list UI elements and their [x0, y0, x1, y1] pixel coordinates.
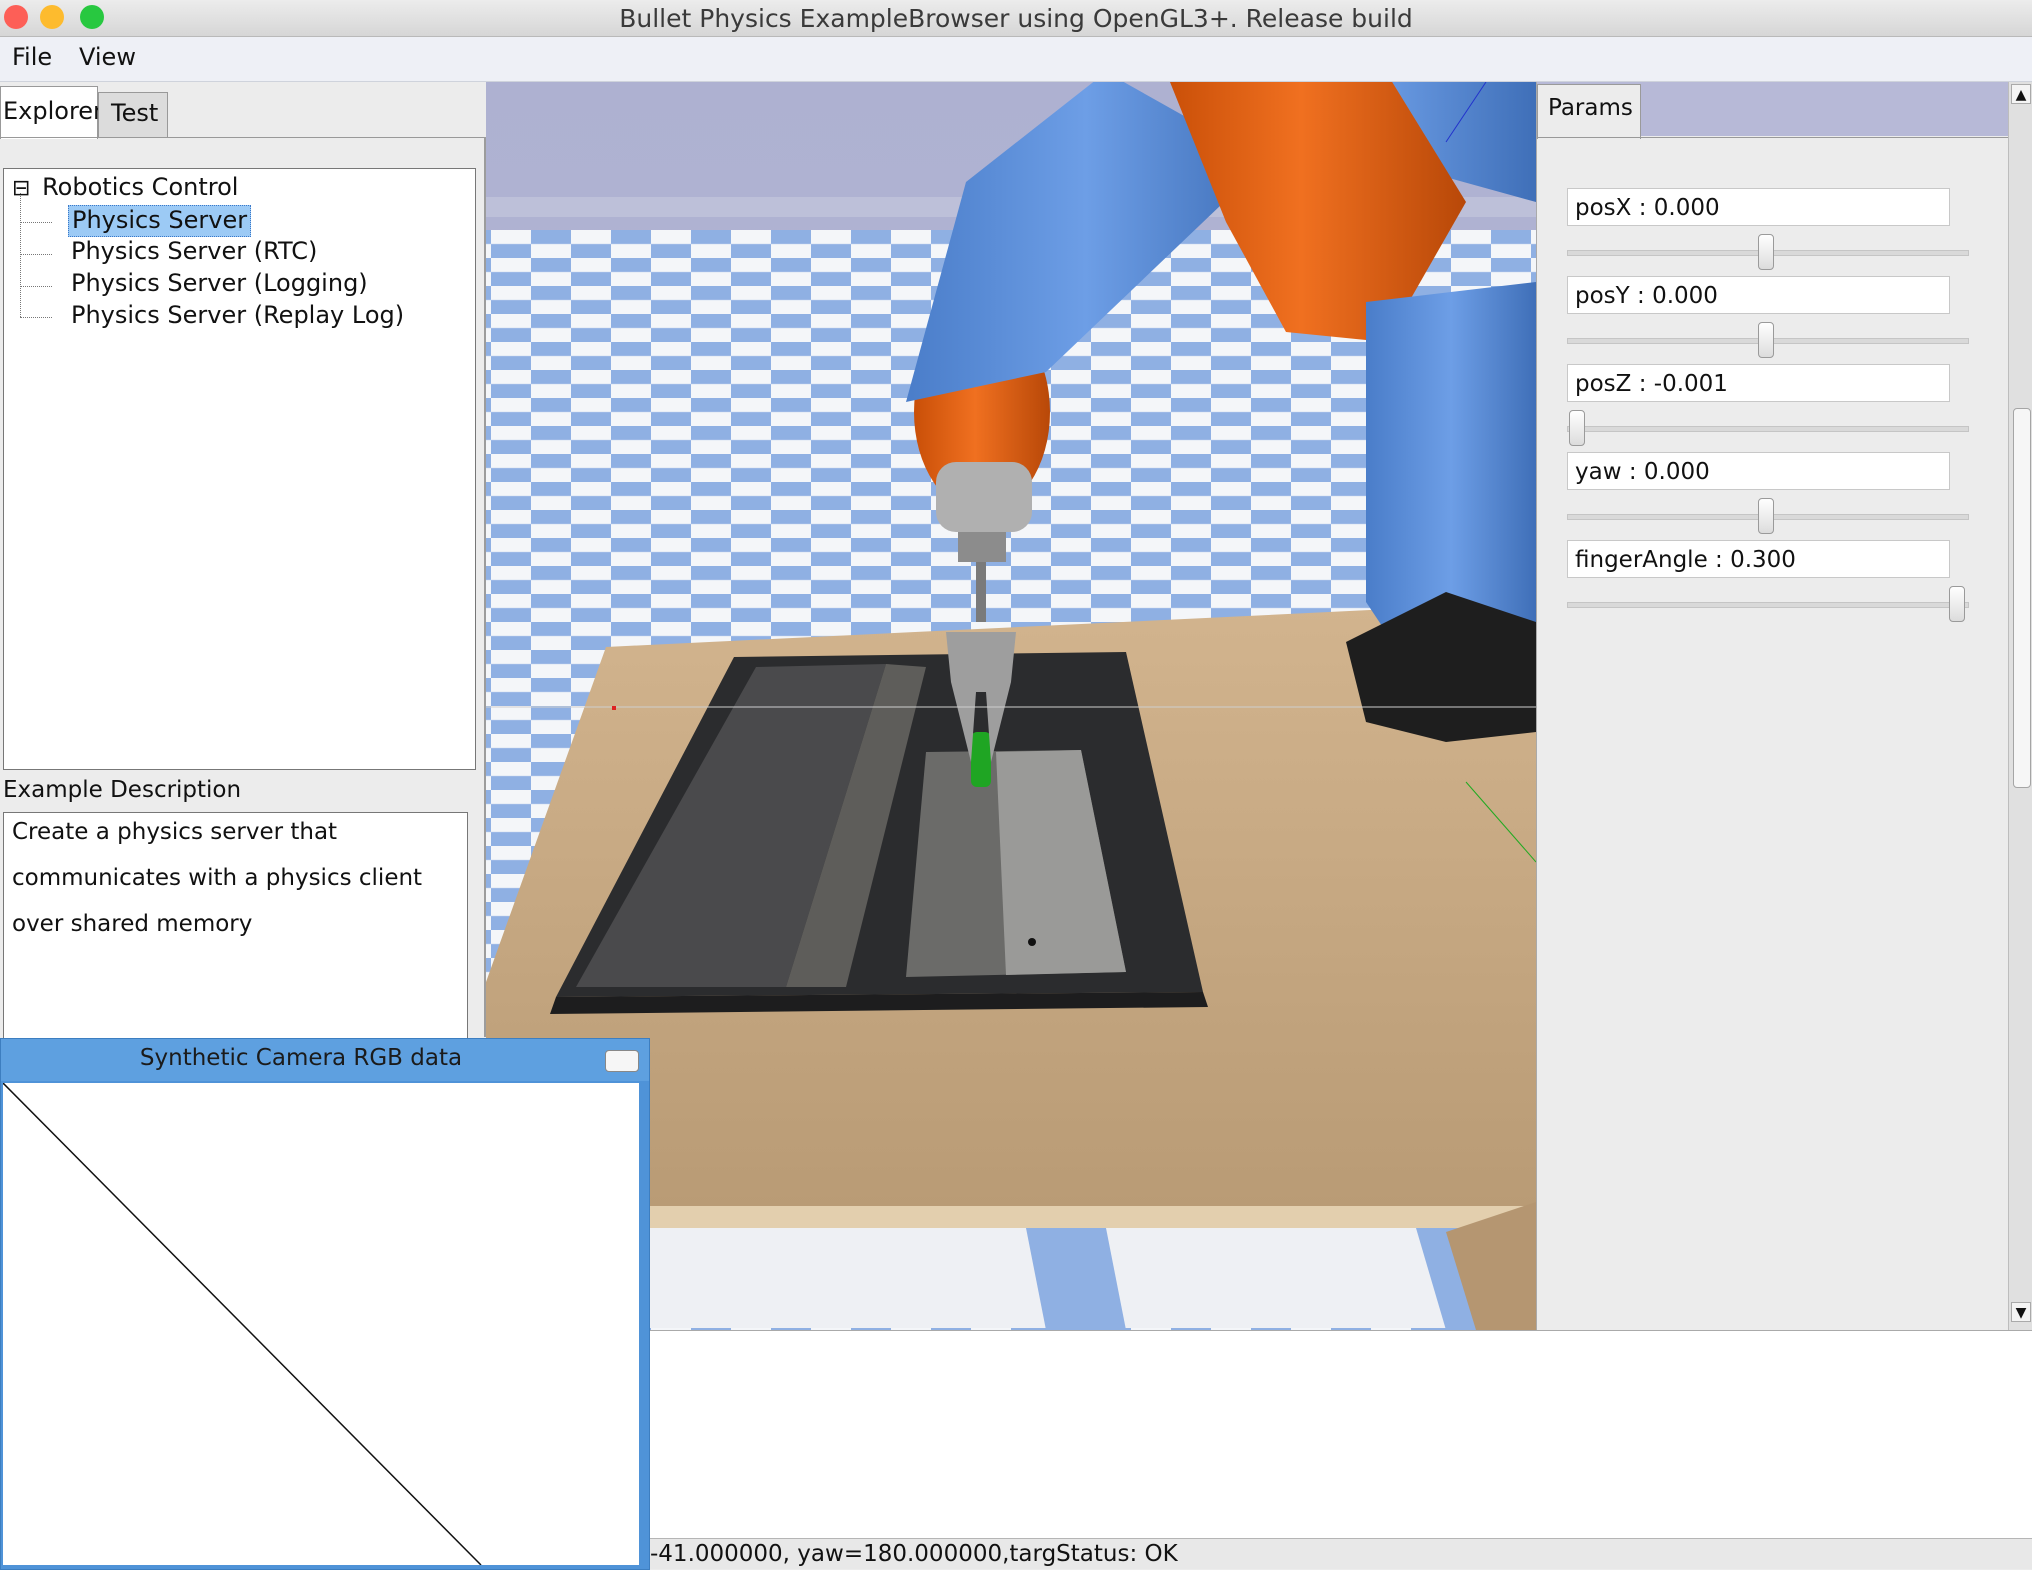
example-tree: ⊟ Robotics Control Physics Server Physic… [3, 168, 476, 770]
tab-params[interactable]: Params [1537, 84, 1641, 139]
tree-item-physics-server-logging[interactable]: Physics Server (Logging) [71, 269, 368, 301]
description-line: communicates with a physics client [12, 865, 423, 891]
tree-item-label: Physics Server (RTC) [71, 237, 318, 265]
tab-divider [0, 137, 486, 138]
tree-item-physics-server-replay-log[interactable]: Physics Server (Replay Log) [71, 301, 404, 333]
posz-field[interactable]: posZ : -0.001 [1567, 364, 1950, 402]
camera-window[interactable]: Synthetic Camera RGB data [0, 1038, 650, 1570]
menubar: File View [0, 37, 2032, 82]
console-area [500, 1330, 2032, 1539]
params-scrollbar[interactable]: ▲ ▼ [2008, 82, 2032, 1330]
menu-view[interactable]: View [79, 43, 136, 71]
posy-slider-thumb[interactable] [1758, 322, 1774, 358]
menu-file[interactable]: File [12, 43, 52, 71]
scrollbar-thumb[interactable] [2013, 408, 2031, 788]
scroll-down-arrow-icon[interactable]: ▼ [2011, 1302, 2031, 1322]
tree-item-physics-server[interactable]: Physics Server [68, 205, 252, 237]
yaw-slider-thumb[interactable] [1758, 498, 1774, 534]
tree-branch [20, 254, 52, 255]
minimize-camera-window-button[interactable] [605, 1050, 639, 1072]
finger-angle-field[interactable]: fingerAngle : 0.300 [1567, 540, 1950, 578]
tree-item-label: Physics Server (Replay Log) [71, 301, 405, 329]
tree-item-label: Physics Server [72, 206, 248, 234]
camera-window-title: Synthetic Camera RGB data [139, 1045, 463, 1071]
tree-item-label: Physics Server (Logging) [71, 269, 368, 297]
window-title: Bullet Physics ExampleBrowser using Open… [619, 4, 1413, 33]
camera-image-render [3, 1083, 482, 1565]
posx-slider-thumb[interactable] [1758, 234, 1774, 270]
finger-angle-slider-thumb[interactable] [1949, 586, 1965, 622]
tree-root-label: Robotics Control [42, 173, 239, 201]
tab-divider [1537, 137, 2009, 138]
camera-image [3, 1083, 639, 1565]
tab-explorer[interactable]: Explorer [0, 86, 103, 139]
description-line: Create a physics server that [12, 819, 338, 845]
tab-params-label: Params [1548, 95, 1633, 121]
posz-slider-thumb[interactable] [1569, 410, 1585, 446]
tree-guide-line [20, 193, 22, 317]
tree-item-physics-server-rtc[interactable]: Physics Server (RTC) [71, 237, 317, 269]
description-box: Create a physics server that communicate… [3, 812, 468, 1044]
status-text: -41.000000, yaw=180.000000,targStatus: O… [650, 1541, 1178, 1567]
tree-branch [20, 286, 52, 287]
scroll-up-arrow-icon[interactable]: ▲ [2011, 84, 2031, 104]
finger-angle-slider[interactable] [1567, 602, 1969, 608]
camera-window-titlebar[interactable]: Synthetic Camera RGB data [1, 1039, 649, 1081]
params-panel: Params posX : 0.000 posY : 0.000 posZ : … [1536, 82, 2009, 1330]
tree-root-robotics-control[interactable]: ⊟ Robotics Control [12, 173, 238, 205]
description-line: over shared memory [12, 911, 253, 937]
posy-field[interactable]: posY : 0.000 [1567, 276, 1950, 314]
yaw-field[interactable]: yaw : 0.000 [1567, 452, 1950, 490]
description-heading: Example Description [3, 777, 242, 803]
tab-test[interactable]: Test [98, 92, 168, 138]
tab-test-label: Test [111, 99, 159, 127]
posx-field[interactable]: posX : 0.000 [1567, 188, 1950, 226]
posz-slider[interactable] [1567, 426, 1969, 432]
tab-explorer-label: Explorer [3, 97, 103, 125]
window-titlebar: Bullet Physics ExampleBrowser using Open… [0, 0, 2032, 37]
tree-branch [20, 317, 52, 318]
tree-branch [20, 222, 52, 223]
collapse-icon[interactable]: ⊟ [12, 176, 30, 201]
